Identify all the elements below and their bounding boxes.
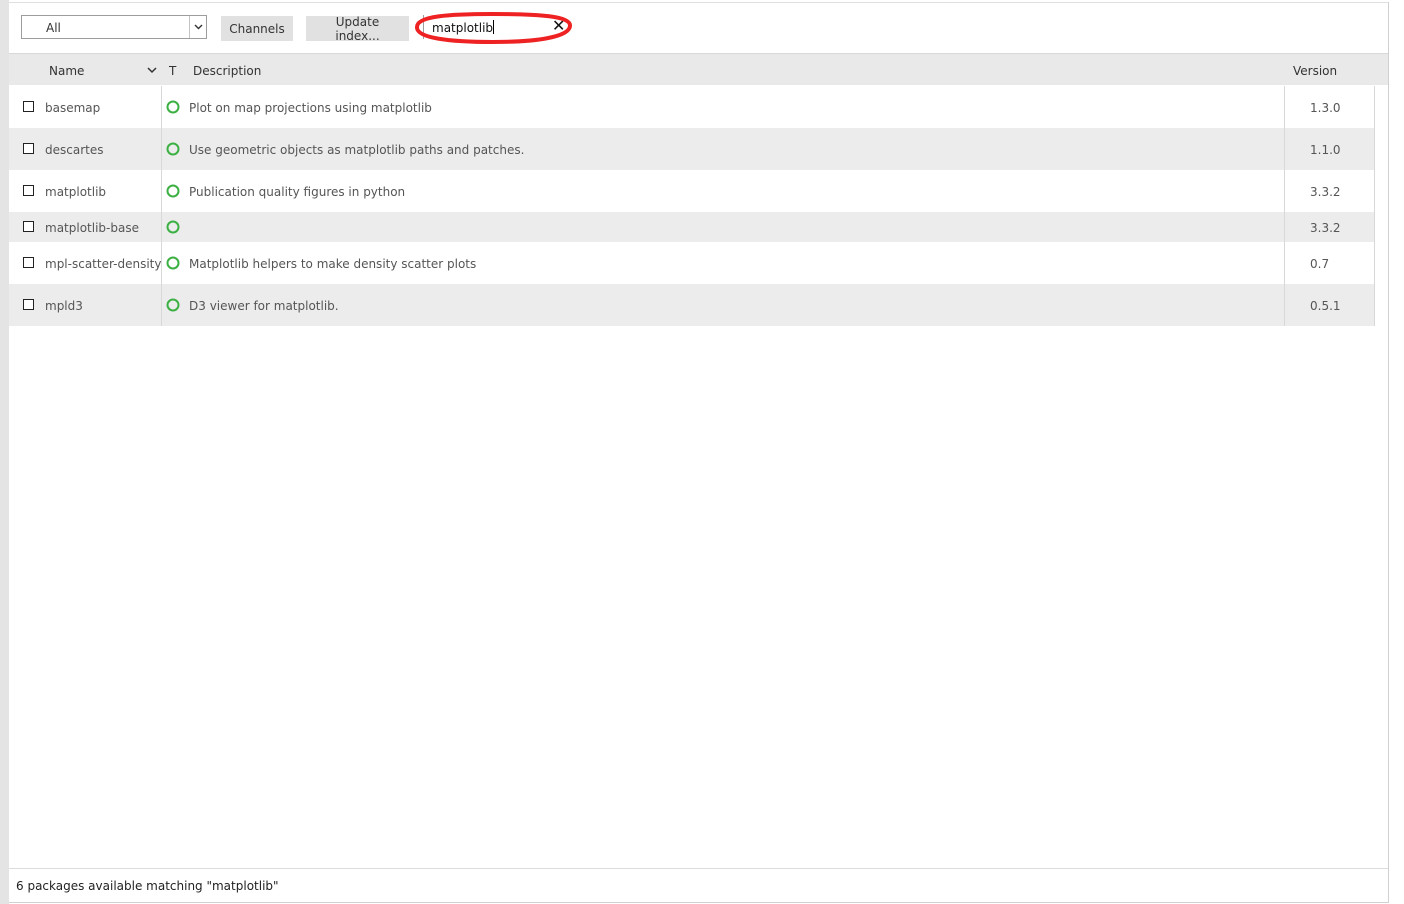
package-name: matplotlib-base [45, 221, 139, 235]
circle-outline-icon [166, 220, 180, 234]
package-name: basemap [45, 101, 101, 115]
table-row[interactable]: matplotlib-base 3.3.2 [9, 212, 1375, 242]
row-checkbox[interactable] [23, 257, 34, 268]
circle-outline-icon [166, 298, 180, 312]
package-version: 1.1.0 [1310, 143, 1341, 157]
channels-button[interactable]: Channels [221, 16, 293, 41]
table-row[interactable]: matplotlib Publication quality figures i… [9, 170, 1375, 212]
package-description: D3 viewer for matplotlib. [189, 299, 339, 313]
right-border [1388, 2, 1389, 902]
toolbar: All Channels Update index... matplotlib … [9, 3, 1388, 53]
update-index-button[interactable]: Update index... [306, 15, 409, 43]
package-version: 0.5.1 [1310, 299, 1341, 313]
package-name: descartes [45, 143, 104, 157]
table-header: Name T Description Version [9, 54, 1388, 85]
circle-outline-icon [166, 184, 180, 198]
row-checkbox[interactable] [23, 143, 34, 154]
search-input[interactable]: matplotlib ✕ [423, 15, 565, 39]
package-filter-select[interactable]: All [21, 15, 207, 39]
search-area: matplotlib ✕ [409, 11, 575, 45]
column-header-name[interactable]: Name [49, 64, 84, 78]
close-icon[interactable]: ✕ [552, 17, 565, 35]
search-input-value: matplotlib [432, 21, 494, 35]
package-description: Matplotlib helpers to make density scatt… [189, 257, 477, 271]
table-row[interactable]: mpld3 D3 viewer for matplotlib. 0.5.1 [9, 284, 1375, 326]
column-header-type[interactable]: T [169, 64, 176, 78]
table-row[interactable]: descartes Use geometric objects as matpl… [9, 128, 1375, 170]
package-description: Use geometric objects as matplotlib path… [189, 143, 525, 157]
package-version: 0.7 [1310, 257, 1330, 271]
column-header-description[interactable]: Description [193, 64, 261, 78]
packages-table: Name T Description Version basemap Plot … [9, 53, 1388, 868]
package-version: 1.3.0 [1310, 101, 1341, 115]
chevron-down-icon[interactable] [147, 63, 157, 77]
text-caret [493, 20, 495, 34]
status-bar: 6 packages available matching "matplotli… [9, 868, 1388, 903]
table-row[interactable]: mpl-scatter-density Matplotlib helpers t… [9, 242, 1375, 284]
package-version: 3.3.2 [1310, 185, 1341, 199]
row-checkbox[interactable] [23, 185, 34, 196]
circle-outline-icon [166, 256, 180, 270]
bottom-border [9, 902, 1389, 903]
package-name: mpl-scatter-density [45, 257, 162, 271]
circle-outline-icon [166, 142, 180, 156]
table-row[interactable]: basemap Plot on map projections using ma… [9, 86, 1375, 128]
package-name: matplotlib [45, 185, 107, 199]
row-checkbox[interactable] [23, 221, 34, 232]
package-description: Publication quality figures in python [189, 185, 406, 199]
row-checkbox[interactable] [23, 299, 34, 310]
chevron-down-icon[interactable] [189, 16, 206, 38]
package-name: mpld3 [45, 299, 83, 313]
left-panel-edge [0, 0, 9, 904]
row-checkbox[interactable] [23, 101, 34, 112]
package-description: Plot on map projections using matplotlib [189, 101, 432, 115]
status-text: 6 packages available matching "matplotli… [16, 879, 279, 893]
package-version: 3.3.2 [1310, 221, 1341, 235]
package-filter-value: All [46, 21, 61, 35]
circle-outline-icon [166, 100, 180, 114]
column-header-version[interactable]: Version [1293, 64, 1337, 78]
